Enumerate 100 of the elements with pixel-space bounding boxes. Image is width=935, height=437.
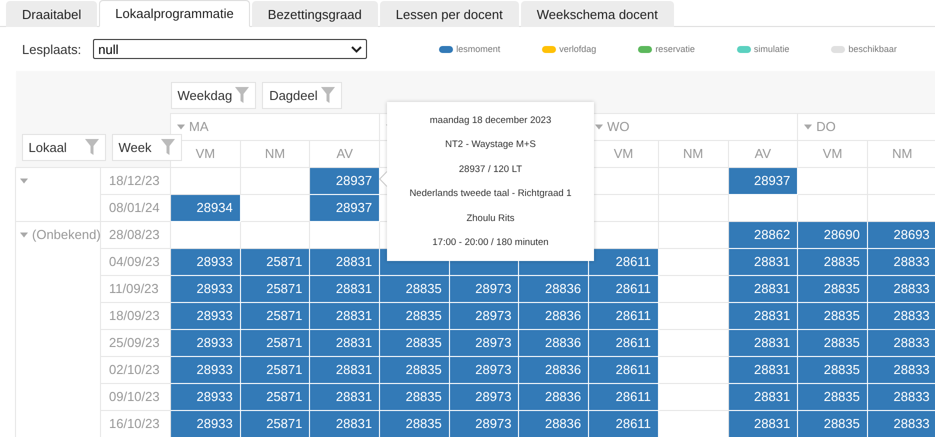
- caret-icon[interactable]: [804, 123, 812, 131]
- lesson-cell[interactable]: 28973: [449, 302, 519, 329]
- lesson-cell[interactable]: 28693: [867, 221, 935, 248]
- lesson-cell[interactable]: 28973: [449, 329, 519, 356]
- caret-icon[interactable]: [20, 176, 28, 184]
- lesson-cell[interactable]: 28833: [867, 356, 935, 383]
- lesson-cell[interactable]: 28611: [588, 248, 658, 275]
- lesson-cell[interactable]: 28611: [588, 383, 658, 410]
- lesson-cell[interactable]: 28933: [170, 329, 240, 356]
- lesson-cell[interactable]: 28833: [867, 275, 935, 302]
- lesson-cell[interactable]: 28835: [798, 275, 868, 302]
- lesson-cell[interactable]: 28833: [867, 383, 935, 410]
- lesson-cell[interactable]: 28933: [170, 248, 240, 275]
- tab[interactable]: Weekschema docent: [520, 1, 674, 27]
- filter-button[interactable]: Dagdeel: [262, 82, 342, 108]
- filter-button[interactable]: Week: [112, 134, 182, 160]
- lesson-cell[interactable]: 25871: [240, 248, 310, 275]
- filter-button[interactable]: Lokaal: [22, 134, 106, 160]
- chevron-icon: [351, 46, 362, 52]
- lesson-cell[interactable]: 28833: [867, 329, 935, 356]
- lesson-cell[interactable]: 28836: [518, 302, 589, 329]
- legend-label: reservatie: [655, 44, 695, 54]
- lesson-cell[interactable]: 25871: [240, 383, 310, 410]
- lesson-cell[interactable]: 28937: [310, 194, 380, 221]
- filter-icon: [84, 139, 98, 155]
- lesson-cell[interactable]: 28937: [310, 167, 380, 194]
- lesson-cell[interactable]: 28831: [728, 248, 798, 275]
- lesson-cell[interactable]: 25871: [240, 275, 310, 302]
- lesson-cell[interactable]: 28690: [798, 221, 868, 248]
- lesson-cell[interactable]: 28973: [449, 383, 519, 410]
- day-header: MA: [189, 119, 208, 134]
- lesson-cell[interactable]: 28973: [449, 356, 519, 383]
- legend-label: simulatie: [754, 44, 790, 54]
- lesson-cell[interactable]: 28835: [798, 248, 868, 275]
- lesson-cell[interactable]: 28973: [449, 275, 519, 302]
- lesson-cell[interactable]: 28835: [380, 356, 450, 383]
- lesson-cell[interactable]: 28835: [380, 329, 450, 356]
- lesson-cell[interactable]: 25871: [240, 329, 310, 356]
- lesson-cell[interactable]: 28836: [518, 410, 589, 437]
- lesson-cell[interactable]: 28933: [170, 275, 240, 302]
- lesson-cell[interactable]: 28831: [310, 329, 380, 356]
- caret-icon[interactable]: [177, 123, 185, 131]
- tab[interactable]: Lokaalprogrammatie: [99, 0, 250, 27]
- lesson-cell[interactable]: 28862: [728, 221, 798, 248]
- location-select[interactable]: null: [93, 39, 368, 59]
- lesson-cell[interactable]: 28831: [728, 275, 798, 302]
- lesson-cell[interactable]: 28831: [310, 356, 380, 383]
- lesson-cell[interactable]: 28833: [867, 302, 935, 329]
- lesson-cell[interactable]: 28933: [170, 356, 240, 383]
- lesson-cell[interactable]: 28611: [588, 302, 658, 329]
- lesson-cell[interactable]: 28611: [588, 275, 658, 302]
- lesson-cell[interactable]: 28831: [728, 383, 798, 410]
- lesson-cell[interactable]: 28934: [170, 194, 240, 221]
- column-header: AV: [336, 146, 353, 161]
- tab[interactable]: Bezettingsgraad: [252, 1, 378, 27]
- lesson-cell[interactable]: 28831: [310, 302, 380, 329]
- lesson-cell[interactable]: 28835: [380, 275, 450, 302]
- lesson-cell[interactable]: 28833: [867, 410, 935, 437]
- caret-icon[interactable]: [595, 123, 604, 131]
- lesson-cell[interactable]: 28835: [798, 329, 868, 356]
- lesson-cell[interactable]: 28835: [380, 302, 450, 329]
- caret-icon[interactable]: [20, 230, 28, 238]
- lesson-cell[interactable]: 25871: [240, 302, 310, 329]
- column-header: VM: [822, 146, 842, 161]
- lesson-cell[interactable]: 28611: [588, 356, 658, 383]
- filter-button[interactable]: Weekdag: [170, 82, 256, 108]
- lesson-cell[interactable]: 28933: [170, 302, 240, 329]
- lesson-cell[interactable]: 28937: [728, 167, 798, 194]
- lesson-cell[interactable]: 28611: [588, 410, 658, 437]
- lesson-cell[interactable]: 28933: [170, 383, 240, 410]
- lesson-cell[interactable]: 28831: [728, 302, 798, 329]
- tooltip-line: maandag 18 december 2023: [430, 114, 552, 126]
- lesson-cell[interactable]: 28833: [867, 248, 935, 275]
- lesson-cell[interactable]: 28835: [380, 410, 450, 437]
- tab[interactable]: Lessen per docent: [380, 1, 519, 27]
- lesson-cell[interactable]: 25871: [240, 356, 310, 383]
- tooltip-line: NT2 - Waystage M+S: [445, 139, 536, 150]
- lesson-cell[interactable]: 28836: [518, 383, 589, 410]
- lesson-cell[interactable]: 28831: [728, 329, 798, 356]
- lesson-cell[interactable]: 28973: [449, 410, 519, 437]
- lesson-cell[interactable]: 28836: [518, 329, 589, 356]
- lesson-cell[interactable]: 28836: [518, 275, 589, 302]
- column-header: VM: [614, 146, 634, 161]
- lesson-cell[interactable]: 28831: [310, 248, 380, 275]
- lesson-cell[interactable]: 25871: [240, 410, 310, 437]
- lesson-cell[interactable]: 28831: [728, 356, 798, 383]
- lesson-cell[interactable]: 28933: [170, 410, 240, 437]
- lesson-cell[interactable]: 28831: [728, 410, 798, 437]
- lesson-cell[interactable]: 28835: [380, 383, 450, 410]
- lesson-cell[interactable]: 28835: [798, 302, 868, 329]
- lesson-cell[interactable]: 28611: [588, 329, 658, 356]
- column-header: AV: [754, 146, 772, 161]
- lesson-cell[interactable]: 28831: [310, 410, 380, 437]
- lesson-cell[interactable]: 28835: [798, 410, 868, 437]
- lesson-cell[interactable]: 28831: [310, 383, 380, 410]
- lesson-cell[interactable]: 28835: [798, 356, 868, 383]
- lesson-cell[interactable]: 28836: [518, 356, 589, 383]
- lesson-cell[interactable]: 28831: [310, 275, 380, 302]
- lesson-cell[interactable]: 28835: [798, 383, 868, 410]
- tab[interactable]: Draaitabel: [6, 1, 98, 27]
